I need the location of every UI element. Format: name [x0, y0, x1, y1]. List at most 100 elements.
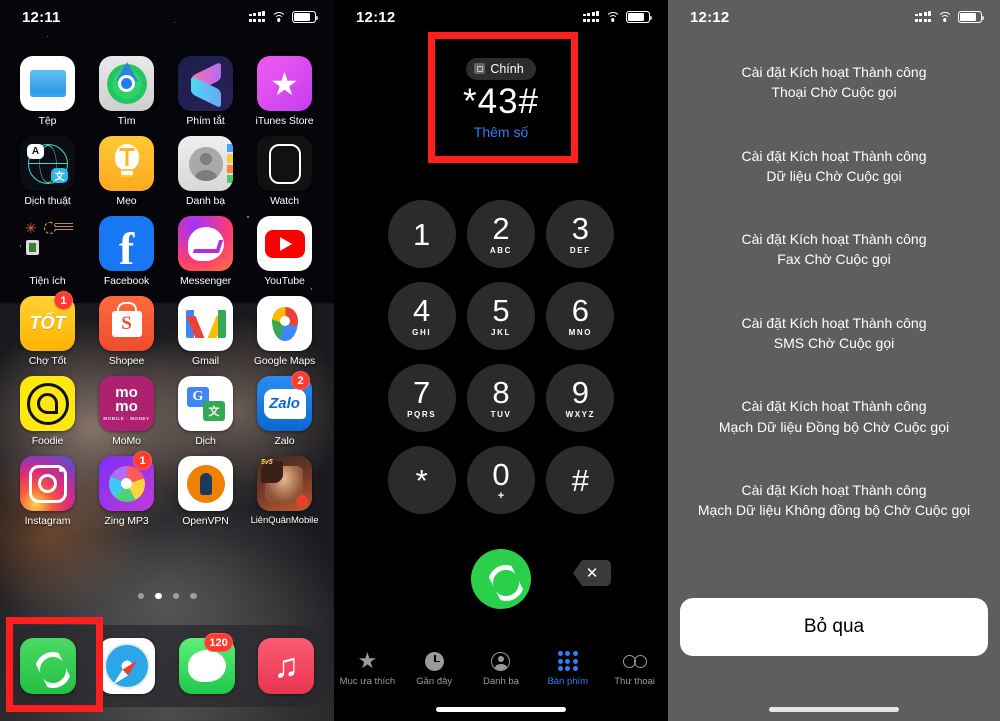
home-indicator[interactable] — [769, 707, 899, 712]
momo-icon: mo mo MOBILE · MONEY — [99, 376, 154, 431]
app-cho-tot[interactable]: TỐT 1 Chợ Tốt — [8, 291, 87, 367]
call-button[interactable] — [471, 549, 531, 609]
status-time: 12:12 — [356, 8, 396, 26]
backspace-button[interactable]: ✕ — [573, 560, 611, 586]
app-row: TỐT 1 Chợ Tốt S Shopee Gmail Google Maps — [8, 291, 326, 367]
app-label: iTunes Store — [255, 115, 314, 127]
key-star[interactable]: * — [387, 446, 456, 514]
app-watch[interactable]: Watch — [245, 136, 324, 207]
contacts-icon — [178, 136, 233, 191]
badge-count: 1 — [133, 451, 152, 470]
cellular-signal-icon — [248, 11, 265, 22]
google-translate-icon: G 文 — [178, 376, 233, 431]
three-phone-screenshots: 12:11 Tệp Tìm Phím tắt ★ iTunes Store A … — [0, 0, 1000, 721]
app-danh-ba[interactable]: Danh bạ — [166, 136, 245, 207]
app-tien-ich[interactable]: ✳ Tiện ích — [8, 216, 87, 287]
openvpn-icon — [178, 456, 233, 511]
app-phim-tat[interactable]: Phím tắt — [166, 56, 245, 127]
gtranslate-z: 文 — [203, 401, 225, 421]
watch-icon — [257, 136, 312, 191]
youtube-icon — [257, 216, 312, 271]
app-instagram[interactable]: Instagram — [8, 456, 87, 527]
key-letters: PQRS — [407, 410, 437, 419]
tab-label: Thư thoại — [614, 676, 655, 687]
tab-recents[interactable]: Gần đây — [401, 650, 467, 687]
key-2[interactable]: 2 ABC — [466, 200, 535, 268]
home-indicator[interactable] — [436, 707, 566, 712]
app-messenger[interactable]: Messenger — [166, 216, 245, 287]
app-label: Foodie — [31, 435, 64, 447]
key-7[interactable]: 7 PQRS — [387, 364, 456, 432]
result-message: Cài đặt Kích hoạt Thành công Fax Chờ Cuộ… — [741, 231, 927, 268]
app-foodie[interactable]: Foodie — [8, 376, 87, 447]
app-momo[interactable]: mo mo MOBILE · MONEY MoMo — [87, 376, 166, 447]
app-youtube[interactable]: YouTube — [245, 216, 324, 287]
tab-voicemail[interactable]: Thư thoại — [602, 650, 668, 687]
app-google-maps[interactable]: Google Maps — [245, 296, 324, 367]
phone-app-highlight-box — [6, 617, 103, 712]
app-label: Tiện ích — [29, 275, 66, 287]
tab-contacts[interactable]: Danh bạ — [468, 650, 534, 687]
result-message: Cài đặt Kích hoạt Thành công SMS Chờ Cuộ… — [741, 314, 927, 352]
key-letters: JKL — [491, 328, 511, 337]
app-label: YouTube — [264, 275, 305, 287]
app-openvpn[interactable]: OpenVPN — [166, 456, 245, 527]
badge-count: 2 — [291, 371, 310, 390]
key-digit: 7 — [413, 375, 431, 410]
foodie-icon — [20, 376, 75, 431]
app-gmail[interactable]: Gmail — [166, 296, 245, 367]
app-tep[interactable]: Tệp — [8, 56, 87, 127]
app-tim[interactable]: Tìm — [87, 56, 166, 127]
safari-icon — [99, 638, 156, 694]
app-itunes-store[interactable]: ★ iTunes Store — [245, 56, 324, 127]
key-9[interactable]: 9 WXYZ — [546, 364, 615, 432]
key-4[interactable]: 4 GHI — [387, 282, 456, 350]
google-maps-icon — [257, 296, 312, 351]
page-indicator-dots[interactable] — [0, 592, 334, 599]
lq-tag: 5v5 — [261, 459, 273, 466]
key-letters: GHI — [412, 328, 432, 337]
skip-button[interactable]: Bỏ qua — [680, 598, 988, 656]
key-8[interactable]: 8 TUV — [466, 364, 535, 432]
app-dich-thuat[interactable]: A 文 Dịch thuật — [8, 136, 87, 207]
key-digit: 0 — [492, 456, 510, 492]
key-3[interactable]: 3 DEF — [546, 200, 615, 268]
shopee-icon: S — [99, 296, 154, 351]
app-shopee[interactable]: S Shopee — [87, 296, 166, 367]
key-digit: 1 — [413, 216, 431, 252]
key-letters: + — [497, 489, 505, 502]
key-hash[interactable]: # — [546, 446, 615, 514]
key-5[interactable]: 5 JKL — [466, 282, 535, 350]
gmail-icon — [178, 296, 233, 351]
key-digit: 2 — [492, 211, 510, 246]
app-meo[interactable]: Mẹo — [87, 136, 166, 207]
status-time: 12:12 — [690, 8, 730, 26]
key-0[interactable]: 0 + — [466, 446, 535, 514]
wifi-icon — [605, 11, 620, 23]
key-letters: MNO — [568, 328, 593, 337]
app-label: Tệp — [38, 115, 57, 127]
tab-favorites[interactable]: ★ Mục ưa thích — [334, 650, 400, 688]
dock-item-music[interactable]: ♫ — [258, 638, 315, 694]
key-digit: 6 — [571, 293, 589, 328]
key-6[interactable]: 6 MNO — [546, 282, 615, 350]
app-label: Tìm — [117, 115, 136, 127]
app-zalo[interactable]: Zalo 2 Zalo — [245, 371, 324, 447]
app-label: Danh bạ — [186, 195, 225, 207]
instagram-icon — [20, 456, 75, 511]
status-time: 12:11 — [22, 8, 61, 26]
key-letters: DEF — [569, 246, 591, 255]
key-digit: * — [415, 462, 428, 498]
dock-item-messages[interactable]: 120 — [178, 633, 235, 694]
chotot-text: TỐT — [29, 313, 66, 333]
app-dich[interactable]: G 文 Dịch — [166, 376, 245, 447]
tab-label: Gần đây — [416, 676, 453, 687]
app-lien-quan-mobile[interactable]: 5v5 LiênQuânMobile — [245, 456, 324, 527]
key-1[interactable]: 1 — [387, 200, 456, 268]
dock-item-safari[interactable] — [99, 638, 156, 694]
result-message: Cài đặt Kích hoạt Thành công Thoại Chờ C… — [741, 64, 927, 101]
app-row: ✳ Tiện ích f Facebook Messenger YouTube — [8, 216, 326, 287]
app-facebook[interactable]: f Facebook — [87, 216, 166, 287]
app-zing-mp3[interactable]: 1 Zing MP3 — [87, 451, 166, 527]
tab-keypad[interactable]: Bàn phím — [535, 650, 601, 687]
